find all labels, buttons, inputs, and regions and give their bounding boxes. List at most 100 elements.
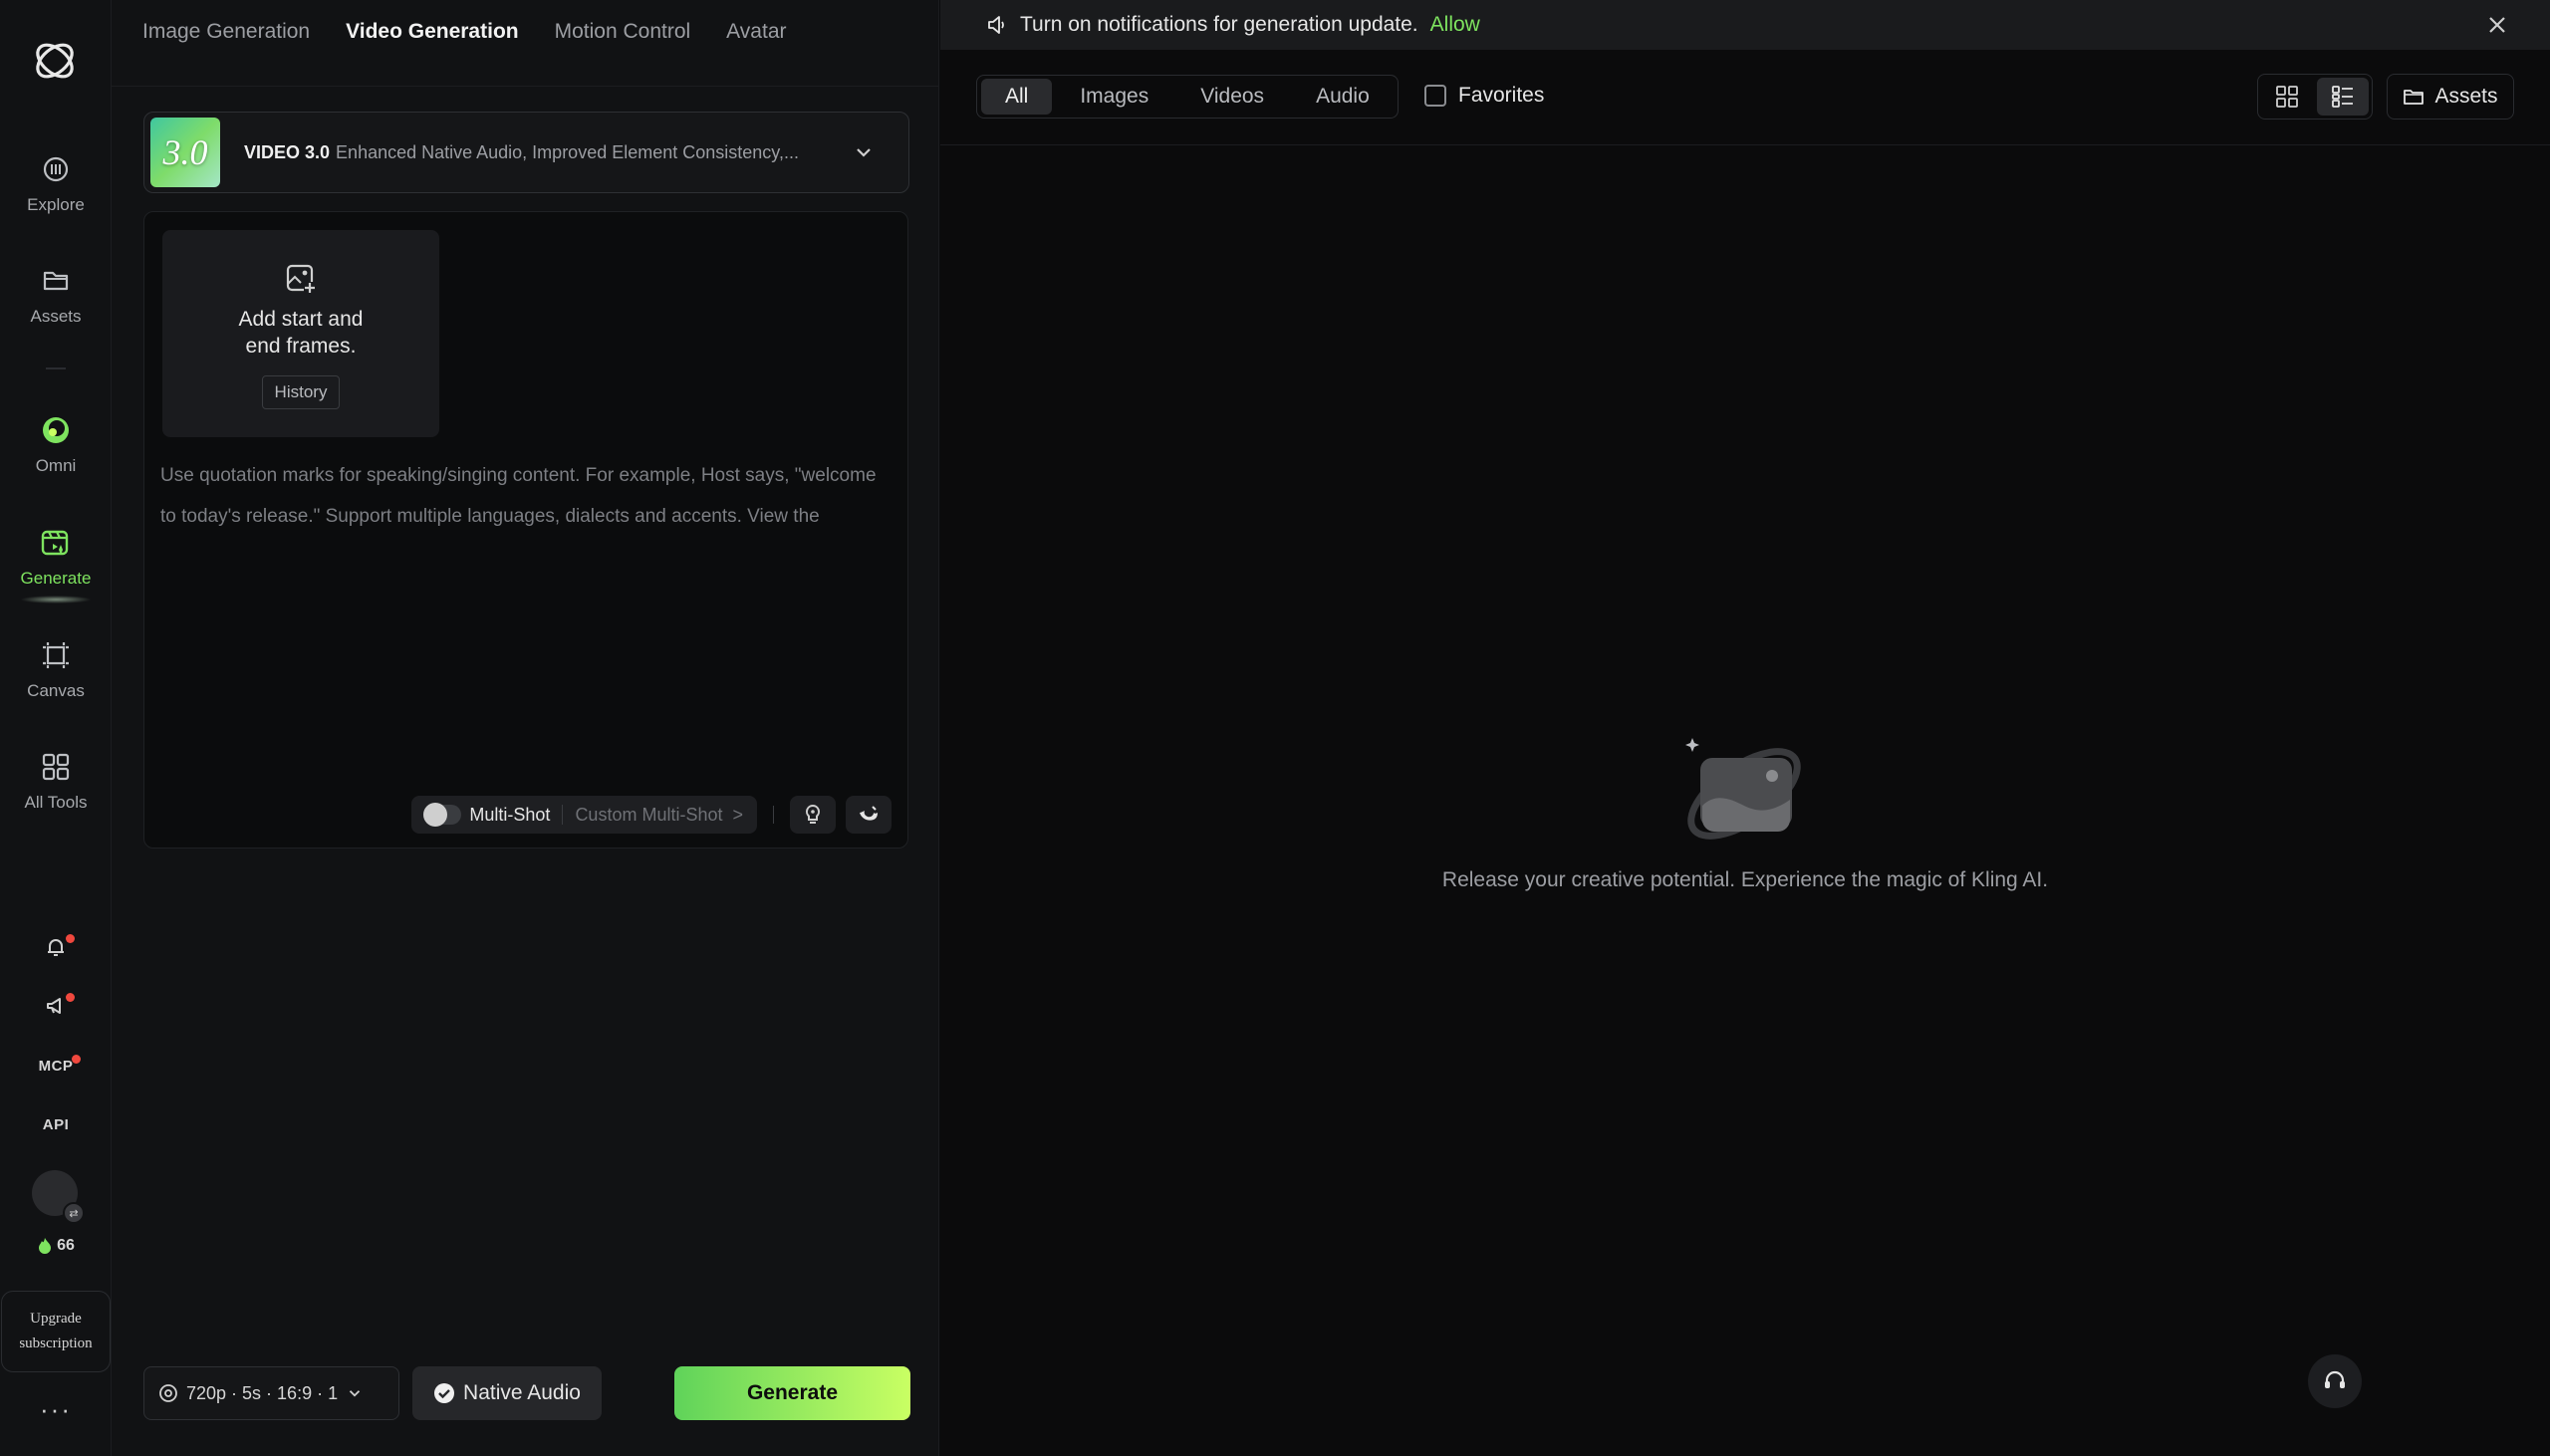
lightbulb-icon bbox=[805, 804, 821, 824]
check-circle-icon bbox=[434, 1383, 455, 1403]
folder-icon bbox=[36, 261, 76, 301]
tab-motion-control[interactable]: Motion Control bbox=[555, 20, 691, 44]
notification-dot bbox=[66, 993, 75, 1002]
model-name: VIDEO 3.0 bbox=[244, 141, 331, 162]
prompt-textarea[interactable]: Use quotation marks for speaking/singing… bbox=[160, 455, 888, 537]
view-mode-toggle bbox=[2257, 74, 2373, 120]
sidebar-item-label: Omni bbox=[35, 456, 77, 475]
notification-banner: Turn on notifications for generation upd… bbox=[940, 0, 2550, 50]
compass-icon bbox=[36, 149, 76, 189]
sidebar-item-all-tools[interactable]: All Tools bbox=[0, 747, 112, 837]
output-settings-summary: 720p · 5s · 16:9 · 1 bbox=[186, 1382, 339, 1403]
headset-icon bbox=[2325, 1370, 2345, 1388]
whale-icon bbox=[860, 806, 878, 821]
custom-multi-shot-link[interactable]: Custom Multi-Shot bbox=[575, 805, 722, 826]
add-frames-text: Add start and end frames. bbox=[239, 306, 364, 360]
list-view-button[interactable] bbox=[2317, 78, 2369, 116]
media-filter-tabs: All Images Videos Audio bbox=[976, 75, 1399, 119]
omni-ring-icon bbox=[36, 410, 76, 450]
generate-icon bbox=[36, 523, 76, 563]
sidebar-item-label: Generate bbox=[20, 569, 92, 588]
support-chat-button[interactable] bbox=[2308, 1354, 2362, 1408]
notification-text: Turn on notifications for generation upd… bbox=[1020, 13, 1418, 36]
favorites-checkbox[interactable] bbox=[1424, 85, 1446, 107]
tab-avatar[interactable]: Avatar bbox=[726, 20, 786, 44]
sidebar-item-label: Canvas bbox=[27, 681, 85, 700]
upgrade-label-line2: subscription bbox=[19, 1335, 93, 1351]
kling-logo-icon[interactable] bbox=[30, 36, 80, 86]
bell-icon bbox=[48, 939, 64, 956]
allow-notifications-link[interactable]: Allow bbox=[1430, 13, 1480, 37]
bottom-action-bar: 720p · 5s · 16:9 · 1 Native Audio Genera… bbox=[143, 1366, 910, 1420]
chevron-down-icon bbox=[349, 1390, 361, 1397]
tab-image-generation[interactable]: Image Generation bbox=[142, 20, 310, 44]
multi-shot-control[interactable]: Multi-Shot Custom Multi-Shot > bbox=[411, 796, 757, 834]
api-label: API bbox=[42, 1115, 70, 1133]
switch-account-icon[interactable]: ⇄ bbox=[63, 1202, 85, 1224]
history-button[interactable]: History bbox=[261, 375, 341, 409]
flame-icon bbox=[39, 1238, 52, 1254]
inspiration-button[interactable] bbox=[790, 796, 836, 834]
filter-tab-images[interactable]: Images bbox=[1056, 79, 1172, 115]
mcp-button[interactable]: MCP bbox=[0, 1051, 112, 1081]
native-audio-label: Native Audio bbox=[463, 1381, 581, 1404]
active-indicator bbox=[20, 596, 92, 604]
sidebar-item-canvas[interactable]: Canvas bbox=[0, 635, 112, 725]
assets-button-label: Assets bbox=[2434, 85, 2498, 108]
list-view-icon bbox=[2332, 86, 2353, 108]
filter-tab-videos[interactable]: Videos bbox=[1176, 79, 1288, 115]
empty-state-message: Release your creative potential. Experie… bbox=[1441, 868, 2049, 891]
folder-icon bbox=[2404, 90, 2424, 105]
tabs-divider bbox=[112, 86, 939, 87]
multi-shot-toggle[interactable] bbox=[423, 803, 462, 827]
sidebar-item-omni[interactable]: Omni bbox=[0, 410, 112, 500]
canvas-icon bbox=[36, 635, 76, 675]
close-icon[interactable] bbox=[2484, 12, 2510, 38]
announcements-button[interactable] bbox=[0, 991, 112, 1021]
tab-video-generation[interactable]: Video Generation bbox=[346, 20, 519, 44]
output-settings-dropdown[interactable]: 720p · 5s · 16:9 · 1 bbox=[143, 1366, 399, 1420]
add-frames-line1: Add start and bbox=[238, 308, 364, 331]
speaker-icon bbox=[988, 16, 1004, 34]
favorites-filter[interactable]: Favorites bbox=[1424, 84, 1544, 108]
notifications-button[interactable] bbox=[0, 932, 112, 962]
model-description: Enhanced Native Audio, Improved Element … bbox=[336, 141, 799, 162]
filter-tab-audio[interactable]: Audio bbox=[1292, 79, 1394, 115]
filter-toolbar: All Images Videos Audio Favorites Assets bbox=[940, 50, 2550, 145]
notification-dot bbox=[72, 1055, 81, 1064]
multi-shot-label: Multi-Shot bbox=[469, 804, 551, 825]
empty-gallery-icon bbox=[1685, 738, 1801, 840]
model-selector[interactable]: 3.0 VIDEO 3.0 Enhanced Native Audio, Imp… bbox=[143, 112, 909, 193]
chevron-right-icon: > bbox=[732, 804, 743, 825]
add-frames-card[interactable]: Add start and end frames. History bbox=[162, 230, 439, 437]
native-audio-toggle[interactable]: Native Audio bbox=[412, 1366, 602, 1420]
credits-value: 66 bbox=[57, 1237, 75, 1254]
more-menu-button[interactable]: ··· bbox=[0, 1394, 112, 1425]
app-window: Explore Assets Omni Generate Canvas All … bbox=[0, 0, 2550, 1456]
mcp-label: MCP bbox=[38, 1057, 74, 1075]
add-image-icon bbox=[286, 264, 316, 294]
add-frames-line2: end frames. bbox=[245, 335, 357, 358]
generate-button[interactable]: Generate bbox=[674, 1366, 910, 1420]
grid-view-button[interactable] bbox=[2261, 78, 2313, 116]
sidebar-item-assets[interactable]: Assets bbox=[0, 261, 112, 351]
assets-button[interactable]: Assets bbox=[2387, 74, 2514, 120]
left-rail: Explore Assets Omni Generate Canvas All … bbox=[0, 0, 112, 1456]
sidebar-divider bbox=[46, 367, 66, 369]
sidebar-item-label: Assets bbox=[30, 307, 82, 326]
sidebar-item-label: Explore bbox=[27, 195, 85, 214]
model-thumbnail: 3.0 bbox=[150, 118, 220, 187]
upgrade-subscription-button[interactable]: Upgrade subscription bbox=[1, 1291, 111, 1372]
grid-icon bbox=[36, 747, 76, 787]
grid-view-icon bbox=[2276, 86, 2298, 108]
api-button[interactable]: API bbox=[0, 1109, 112, 1139]
sidebar-item-explore[interactable]: Explore bbox=[0, 149, 112, 239]
credits-balance[interactable]: 66 bbox=[0, 1237, 112, 1255]
notification-dot bbox=[66, 934, 75, 943]
upgrade-label-line1: Upgrade bbox=[30, 1310, 82, 1327]
filter-tab-all[interactable]: All bbox=[981, 79, 1053, 115]
generation-mode-tabs: Image Generation Video Generation Motion… bbox=[142, 0, 787, 64]
prompt-box: Add start and end frames. History Use qu… bbox=[143, 211, 908, 849]
deepseek-assistant-button[interactable] bbox=[846, 796, 892, 834]
separator bbox=[773, 806, 774, 824]
